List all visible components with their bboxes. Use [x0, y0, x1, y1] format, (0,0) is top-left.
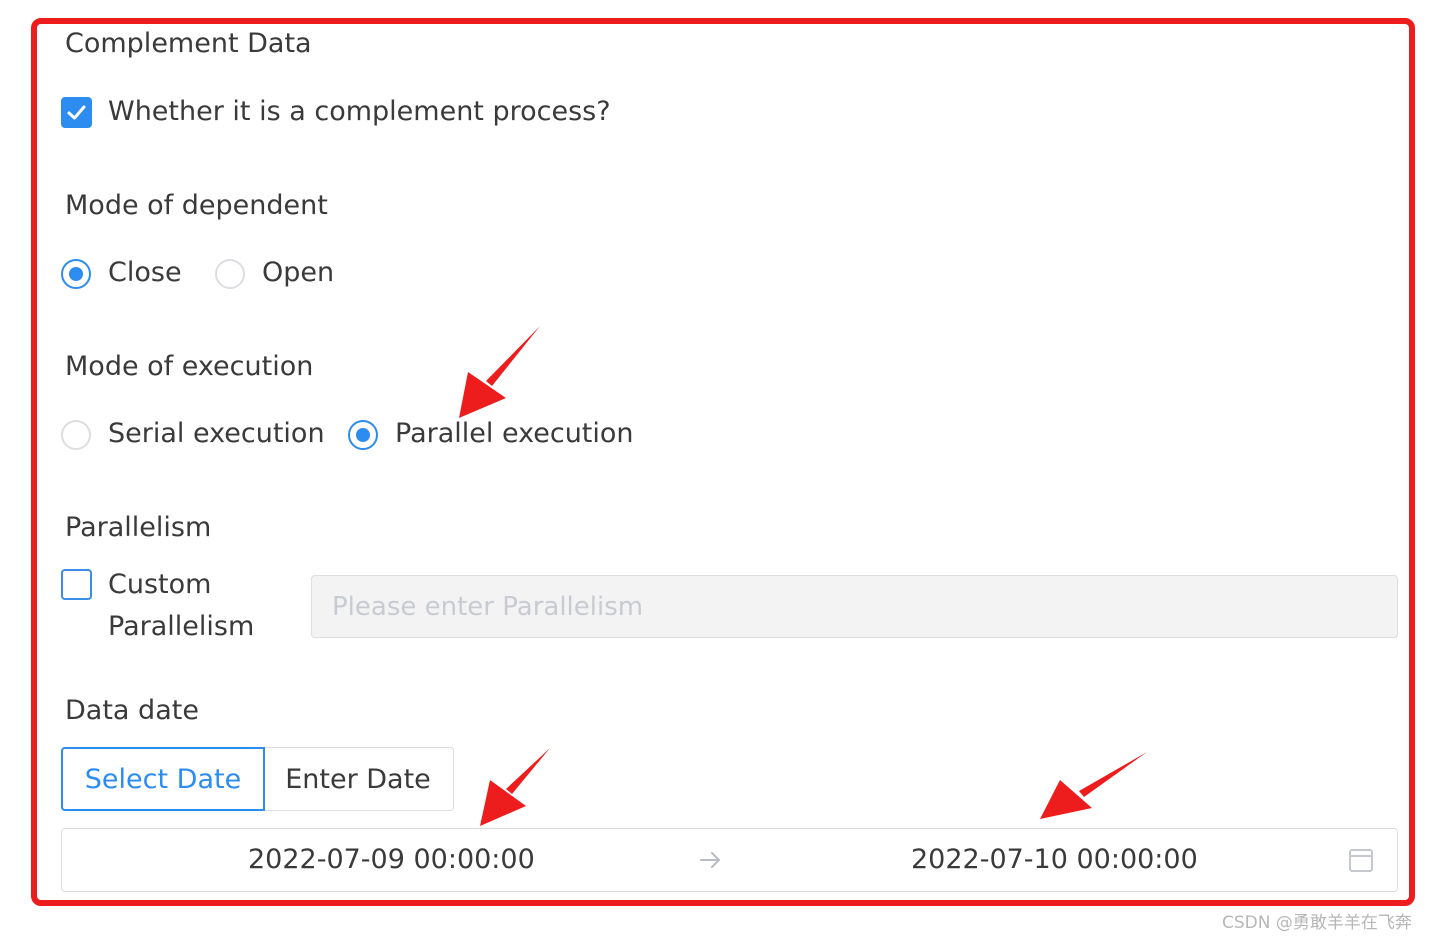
dependent-mode-label: Mode of dependent	[65, 190, 328, 221]
radio-dependent-open[interactable]	[215, 259, 245, 289]
parallelism-input[interactable]	[311, 575, 1398, 638]
radio-serial-execution-label[interactable]: Serial execution	[108, 418, 325, 449]
radio-dependent-open-label[interactable]: Open	[262, 257, 334, 288]
custom-parallelism-label-line1[interactable]: Custom	[108, 564, 211, 606]
calendar-icon[interactable]	[1347, 846, 1375, 874]
radio-dependent-close-label[interactable]: Close	[108, 257, 182, 288]
complement-data-panel: Complement Data Whether it is a compleme…	[0, 0, 1440, 939]
arrow-right-icon	[700, 852, 720, 868]
radio-parallel-execution-label[interactable]: Parallel execution	[395, 418, 634, 449]
date-range-picker[interactable]: 2022-07-09 00:00:00 2022-07-10 00:00:00	[61, 828, 1398, 892]
tab-select-date[interactable]: Select Date	[61, 747, 265, 811]
radio-serial-execution[interactable]	[61, 420, 91, 450]
data-date-label: Data date	[65, 695, 199, 726]
start-date[interactable]: 2022-07-09 00:00:00	[248, 829, 535, 891]
parallelism-label: Parallelism	[65, 512, 212, 543]
section-title: Complement Data	[65, 28, 312, 59]
complement-checkbox[interactable]	[61, 97, 92, 128]
end-date[interactable]: 2022-07-10 00:00:00	[911, 829, 1198, 891]
radio-parallel-execution[interactable]	[348, 420, 378, 450]
custom-parallelism-checkbox[interactable]	[61, 569, 92, 600]
tab-enter-date[interactable]: Enter Date	[263, 747, 454, 811]
execution-mode-label: Mode of execution	[65, 351, 314, 382]
complement-checkbox-label[interactable]: Whether it is a complement process?	[108, 91, 611, 133]
check-icon	[67, 105, 86, 120]
radio-dependent-close[interactable]	[61, 259, 91, 289]
watermark-text: CSDN @勇敢羊羊在飞奔	[1222, 913, 1412, 933]
custom-parallelism-label-line2[interactable]: Parallelism	[108, 606, 254, 648]
